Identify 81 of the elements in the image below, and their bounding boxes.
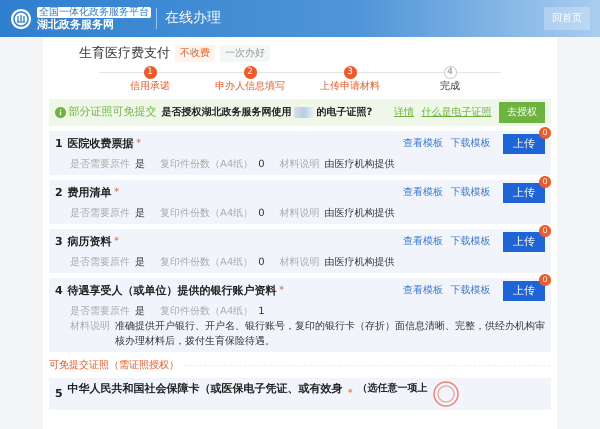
material-number: 4 — [55, 282, 63, 298]
step-number: 3 — [344, 66, 356, 78]
auth-headline: 部分证照可免提交 — [68, 104, 156, 120]
required-mark: * — [136, 137, 142, 152]
field-label: 复印件份数（A4纸） — [160, 304, 254, 318]
field-label: 复印件份数（A4纸） — [160, 158, 254, 172]
field-label: 是否需要原件 — [70, 256, 130, 270]
service-title: 生育医疗费支付 — [79, 44, 170, 62]
field-value: 0 — [258, 206, 265, 220]
template-link[interactable]: 查看模板 — [403, 185, 443, 200]
upload-button[interactable]: 上传 — [503, 232, 545, 252]
service-tag: 一次办好 — [220, 44, 270, 62]
step-label: 申办人信息填写 — [214, 80, 286, 94]
material-note: （选任意一项上 — [358, 382, 428, 396]
field-label: 材料说明 — [280, 206, 320, 220]
material-title: 中华人民共和国社会保障卡（或医保电子凭证、或有效身 — [68, 380, 343, 396]
template-link[interactable]: 下载模板 — [450, 185, 490, 200]
material-title: 医院收费票据 — [68, 136, 134, 152]
info-icon — [55, 106, 66, 118]
emblem-icon — [10, 8, 32, 30]
field-label: 是否需要原件 — [70, 304, 130, 318]
field-value: 1 — [258, 304, 265, 318]
field-value: 0 — [258, 158, 265, 172]
field-value: 是 — [135, 256, 145, 270]
field-value: 0 — [258, 256, 265, 270]
required-mark: * — [279, 284, 284, 298]
count-badge: 0 — [539, 274, 551, 286]
step-number: 1 — [144, 66, 156, 78]
platform-tag: 全国一体化政务服务平台 — [37, 6, 151, 18]
material-title: 病历资料 — [68, 234, 112, 250]
field-value: 是 — [135, 158, 145, 172]
step-label: 信用承诺 — [129, 80, 171, 94]
count-badge: 0 — [539, 126, 551, 138]
authorize-button[interactable]: 去授权 — [499, 102, 545, 122]
material-number: 1 — [55, 136, 63, 152]
template-link[interactable]: 查看模板 — [403, 234, 443, 250]
field-label: 是否需要原件 — [70, 158, 130, 172]
step-label: 完成 — [439, 80, 461, 94]
field-value: 是 — [135, 304, 145, 318]
field-value: 是 — [135, 206, 145, 220]
field-value: 由医疗机构提供 — [324, 158, 395, 172]
step-label: 上传申请材料 — [319, 80, 381, 94]
site-name: 湖北政务服务网 — [37, 18, 115, 30]
count-badge: 0 — [539, 224, 551, 236]
material-number: 5 — [55, 386, 63, 402]
required-mark: * — [114, 235, 120, 250]
field-label: 是否需要原件 — [70, 206, 130, 220]
material-title: 待遇享受人（或单位）提供的银行账户资料 — [68, 282, 277, 298]
template-link[interactable]: 下载模板 — [450, 283, 490, 298]
template-link[interactable]: 查看模板 — [403, 136, 443, 152]
upload-button[interactable]: 上传 — [503, 182, 545, 203]
material-number: 3 — [55, 234, 63, 250]
field-label: 材料说明 — [280, 158, 320, 172]
field-label: 材料说明 — [280, 256, 320, 270]
blurred-text — [294, 106, 314, 118]
upload-button[interactable]: 上传 — [503, 280, 545, 301]
field-value: 由医疗机构提供 — [324, 206, 395, 220]
step-number: 4 — [444, 66, 456, 78]
stamp-icon — [432, 380, 459, 406]
service-tag: 不收费 — [175, 44, 215, 62]
auth-link[interactable]: 详情 — [394, 104, 414, 120]
material-number: 2 — [55, 184, 63, 200]
template-link[interactable]: 下载模板 — [450, 234, 490, 250]
auth-link[interactable]: 什么是电子证照 — [422, 104, 492, 120]
field-label: 复印件份数（A4纸） — [160, 256, 254, 270]
field-value: 准确提供开户银行、开户名、银行账号，复印的银行卡（存折）面信息清晰、完整，供经办机构审核办理材料后，拨付生育保险待遇。 — [115, 320, 545, 348]
count-badge: 0 — [539, 176, 551, 188]
required-mark: * — [114, 186, 120, 200]
field-label: 复印件份数（A4纸） — [160, 206, 254, 220]
auth-question: 是否授权湖北政务服务网使用 — [162, 106, 292, 120]
required-mark: * — [348, 386, 353, 400]
step-number: 2 — [244, 66, 256, 78]
section-heading: 可免提交证照（需证照授权） — [49, 358, 179, 372]
template-link[interactable]: 查看模板 — [403, 283, 443, 298]
section-title: 在线办理 — [156, 8, 221, 29]
material-title: 费用清单 — [68, 184, 112, 200]
field-label: 材料说明 — [70, 320, 110, 334]
template-link[interactable]: 下载模板 — [450, 136, 490, 152]
auth-question: 的电子证照? — [316, 106, 372, 120]
upload-button[interactable]: 上传 — [503, 134, 545, 154]
field-value: 由医疗机构提供 — [324, 256, 395, 270]
